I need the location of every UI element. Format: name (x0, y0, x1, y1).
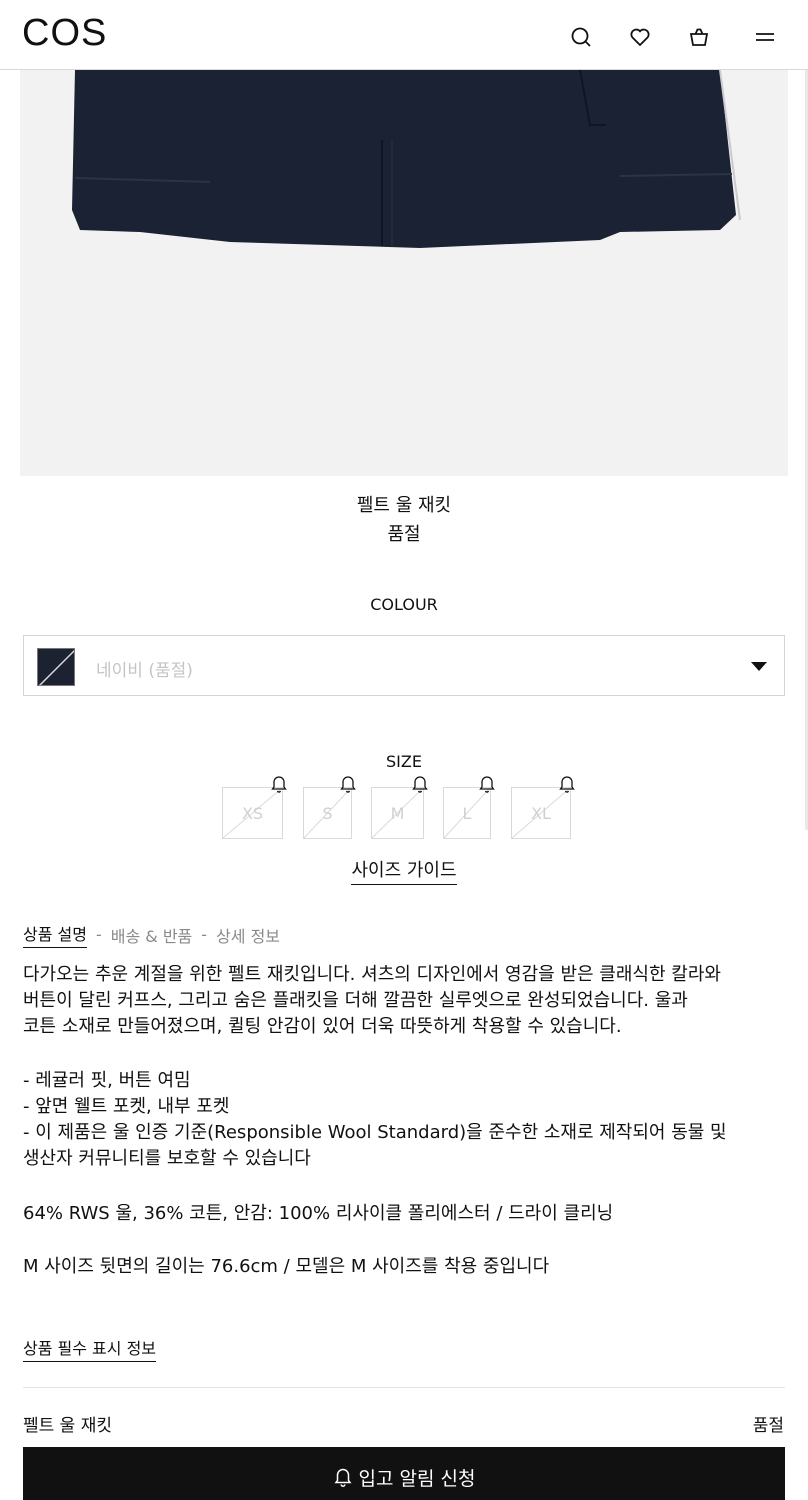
product-tabs: 상품 설명 - 배송 & 반품 - 상세 정보 (23, 921, 280, 948)
description-paragraph: 다가오는 추운 계절을 위한 펠트 재킷입니다. 셔츠의 디자인에서 영감을 받… (23, 962, 793, 1040)
bottom-product-name: 펠트 울 재킷 (23, 1416, 113, 1436)
heart-icon[interactable] (627, 24, 653, 50)
description-line: 버튼이 달린 커프스, 그리고 숨은 플래킷을 더해 깔끔한 실루엣으로 완성되… (23, 990, 688, 1011)
colour-swatch (37, 648, 75, 686)
chevron-down-icon (751, 662, 767, 671)
tab-separator: - (201, 925, 208, 944)
model-info-text: M 사이즈 뒷면의 길이는 76.6cm / 모델은 M 사이즈를 착용 중입니… (23, 1256, 550, 1277)
size-option-l[interactable]: L (443, 787, 491, 839)
tab-description[interactable]: 상품 설명 (23, 921, 87, 948)
size-option-xs[interactable]: XS (222, 787, 283, 839)
size-label: M (390, 803, 405, 823)
bell-icon (558, 774, 576, 794)
description-bullets: - 레귤러 핏, 버튼 여밈 - 앞면 웰트 포켓, 내부 포켓 - 이 제품은… (23, 1068, 793, 1172)
colour-heading: COLOUR (370, 595, 438, 614)
cos-logo[interactable]: COS (22, 13, 107, 53)
colour-selected-value: 네이비 (품절) (96, 661, 193, 681)
product-info-link[interactable]: 상품 필수 표시 정보 (23, 1335, 157, 1362)
bullet-item: - 레귤러 핏, 버튼 여밈 (23, 1070, 191, 1091)
bell-icon (478, 774, 496, 794)
bottom-product-status: 품절 (752, 1416, 784, 1436)
size-label: S (322, 803, 333, 823)
size-option-s[interactable]: S (303, 787, 352, 839)
tab-shipping-returns[interactable]: 배송 & 반품 (111, 923, 193, 947)
tab-details[interactable]: 상세 정보 (216, 923, 280, 947)
size-guide-wrapper: 사이즈 가이드 (0, 856, 808, 885)
composition-text: 64% RWS 울, 36% 코튼, 안감: 100% 리사이클 폴리에스터 /… (23, 1203, 614, 1224)
menu-icon[interactable] (752, 24, 778, 50)
description-line: 코튼 소재로 만들어졌으며, 퀼팅 안감이 있어 더욱 따뜻하게 착용할 수 있… (23, 1016, 622, 1037)
divider (23, 1387, 785, 1388)
bell-icon (334, 1468, 352, 1488)
bell-icon (270, 774, 288, 794)
bullet-item: 생산자 커뮤니티를 보호할 수 있습니다 (23, 1148, 311, 1169)
size-label: L (462, 803, 472, 823)
size-label: XS (241, 803, 264, 823)
size-label: XL (531, 803, 551, 823)
notify-button-label: 입고 알림 신청 (358, 1467, 476, 1490)
size-guide-link[interactable]: 사이즈 가이드 (351, 860, 457, 885)
size-heading: SIZE (386, 752, 422, 771)
colour-select[interactable]: 네이비 (품절) (23, 635, 785, 696)
description-line: 다가오는 추운 계절을 위한 펠트 재킷입니다. 셔츠의 디자인에서 영감을 받… (23, 964, 721, 985)
product-status: 품절 (387, 524, 421, 545)
product-image (20, 70, 788, 476)
size-option-xl[interactable]: XL (511, 787, 571, 839)
notify-restock-button[interactable]: 입고 알림 신청 (23, 1447, 785, 1500)
bag-icon[interactable] (686, 24, 712, 50)
size-option-m[interactable]: M (371, 787, 424, 839)
tab-separator: - (95, 925, 102, 944)
search-icon[interactable] (568, 24, 594, 50)
product-name: 펠트 울 재킷 (356, 495, 452, 516)
bullet-item: - 앞면 웰트 포켓, 내부 포켓 (23, 1096, 230, 1117)
bullet-item: - 이 제품은 울 인증 기준(Responsible Wool Standar… (23, 1122, 727, 1143)
bell-icon (411, 774, 429, 794)
bell-icon (339, 774, 357, 794)
site-header: COS (0, 0, 808, 70)
